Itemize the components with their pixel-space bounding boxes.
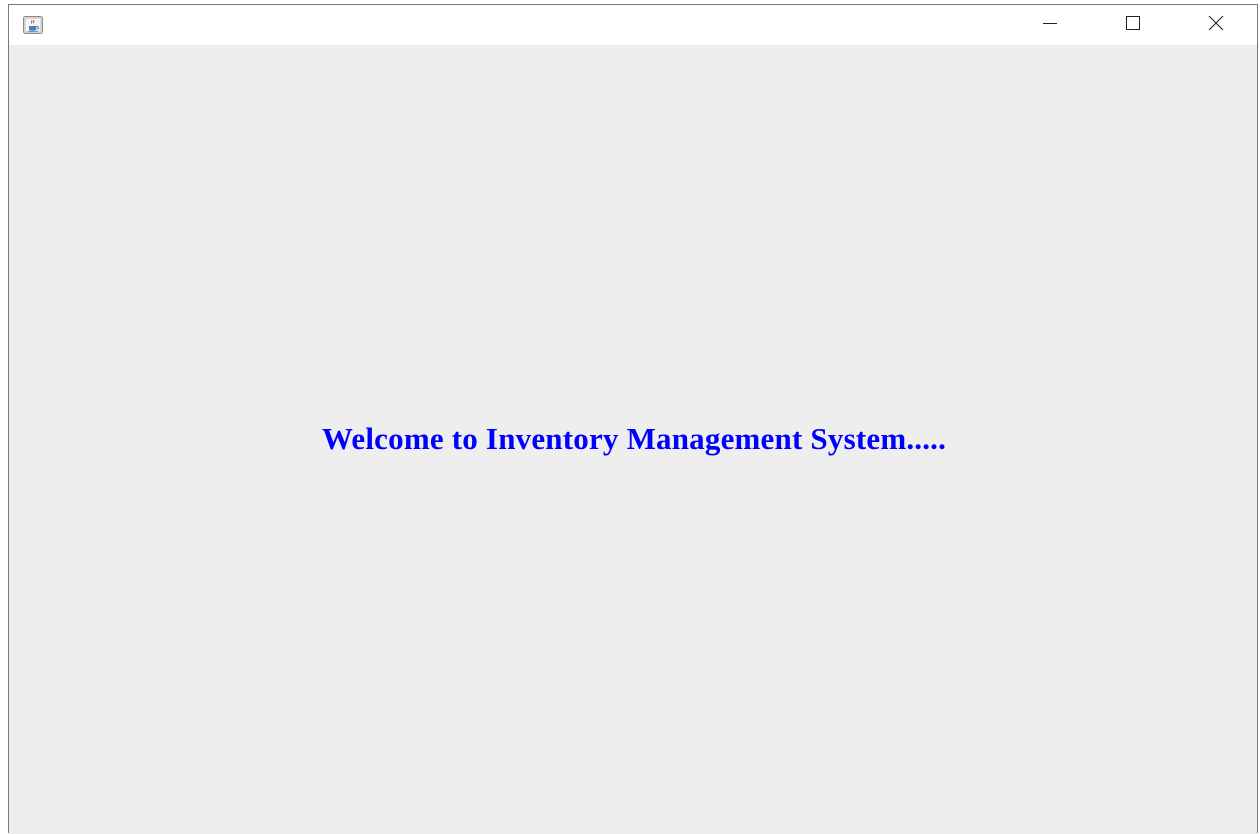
maximize-button[interactable] [1092, 5, 1174, 45]
welcome-label: Welcome to Inventory Management System..… [321, 421, 947, 456]
minimize-icon [1042, 15, 1058, 36]
content-panel: Welcome to Inventory Management System..… [9, 45, 1257, 834]
close-button[interactable] [1175, 5, 1257, 45]
minimize-button[interactable] [1009, 5, 1091, 45]
maximize-icon [1125, 15, 1141, 36]
java-coffee-cup-icon[interactable] [23, 16, 43, 34]
close-icon [1208, 15, 1224, 36]
title-bar[interactable] [9, 5, 1257, 45]
app-window: Welcome to Inventory Management System..… [8, 4, 1258, 834]
